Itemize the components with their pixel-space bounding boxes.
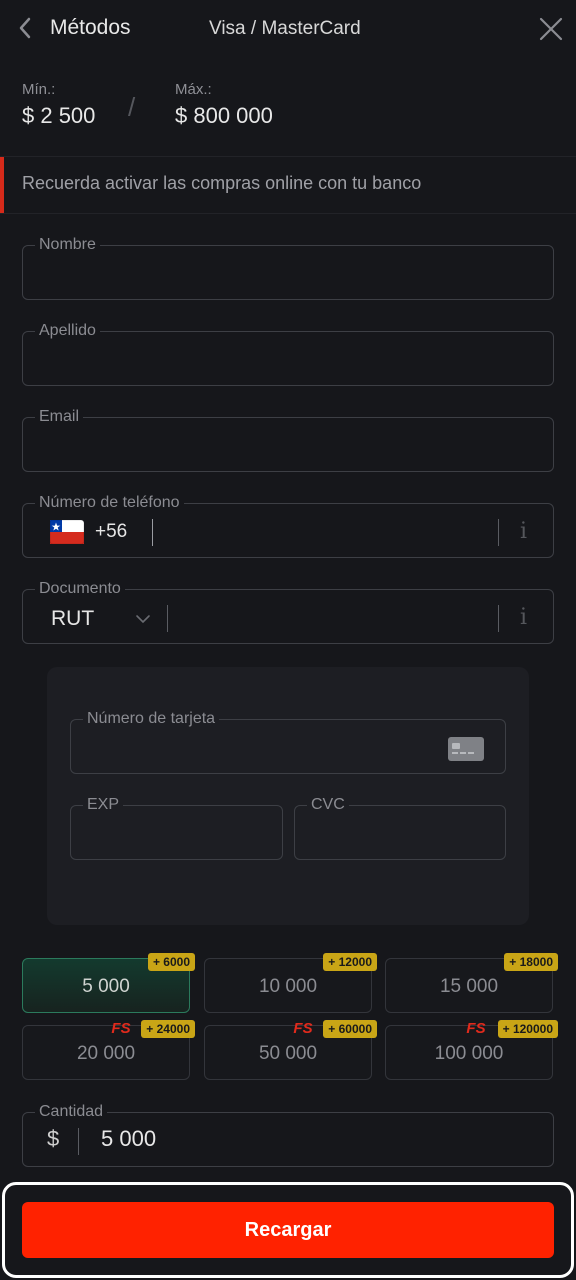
amount-value: 100 000 (434, 1043, 504, 1064)
page-title[interactable]: Métodos (50, 16, 131, 40)
amount-option[interactable]: 100 000 FS + 120000 (385, 1020, 558, 1080)
amount-label: Cantidad (35, 1103, 108, 1121)
divider (0, 213, 576, 214)
bonus-badge: + 60000 (323, 1020, 377, 1038)
credit-card-icon (448, 737, 484, 761)
text-cursor (152, 519, 153, 546)
free-spins-icon: FS (293, 1020, 313, 1037)
free-spins-icon: FS (466, 1020, 486, 1037)
last-name-input[interactable] (23, 332, 553, 385)
notice-text: Recuerda activar las compras online con … (22, 173, 422, 193)
divider (167, 605, 168, 632)
free-spins-icon: FS (111, 1020, 131, 1037)
info-icon[interactable]: i (520, 519, 527, 544)
amount-option[interactable]: 20 000 FS + 24000 (22, 1020, 195, 1080)
amount-value: 50 000 (258, 1043, 318, 1064)
amount-value: 15 000 (439, 976, 499, 997)
currency-symbol: $ (47, 1126, 60, 1151)
document-type-select[interactable]: RUT (51, 607, 94, 631)
header: Métodos Visa / MasterCard (0, 0, 576, 60)
bonus-badge: + 120000 (497, 1020, 558, 1038)
submit-container: Recargar (2, 1182, 574, 1278)
bonus-badge: + 18000 (504, 953, 558, 971)
first-name-input[interactable] (23, 246, 553, 299)
divider (498, 605, 499, 632)
amount-value: 5 000 (82, 976, 130, 997)
chevron-left-icon[interactable] (14, 14, 38, 42)
phone-prefix[interactable]: +56 (95, 521, 127, 543)
min-limit-label: Mín.: (22, 81, 56, 98)
amount-option[interactable]: 50 000 FS + 60000 (204, 1020, 377, 1080)
amount-value: 10 000 (258, 976, 318, 997)
card-number-field: Número de tarjeta (70, 710, 506, 774)
notice-accent-bar (0, 157, 4, 213)
card-details-panel: Número de tarjeta EXP CVC (47, 667, 529, 925)
document-number-input[interactable] (173, 590, 498, 643)
amount-field: Cantidad $ 5 000 (22, 1103, 554, 1167)
min-limit-value: $ 2 500 (22, 103, 96, 128)
recharge-button[interactable]: Recargar (22, 1202, 554, 1258)
phone-input[interactable] (159, 504, 499, 557)
close-icon[interactable] (536, 14, 566, 44)
cvc-input[interactable] (295, 806, 505, 859)
amount-input[interactable]: 5 000 (101, 1126, 156, 1152)
amount-option[interactable]: 15 000 + 18000 (385, 953, 558, 1013)
max-limit-label: Máx.: (175, 81, 212, 98)
document-label: Documento (35, 580, 125, 598)
chevron-down-icon[interactable] (135, 614, 151, 624)
email-field: Email (22, 408, 554, 472)
divider (0, 156, 576, 157)
phone-field: Número de teléfono +56 i (22, 494, 554, 558)
document-field: Documento RUT i (22, 580, 554, 644)
divider (78, 1128, 79, 1155)
info-icon[interactable]: i (520, 605, 527, 630)
exp-input[interactable] (71, 806, 282, 859)
bonus-badge: + 6000 (147, 953, 195, 971)
card-number-input[interactable] (71, 720, 505, 773)
chile-flag-icon[interactable] (50, 520, 84, 544)
amount-option[interactable]: 10 000 + 12000 (204, 953, 377, 1013)
cvc-field: CVC (294, 796, 506, 860)
bonus-badge: + 12000 (323, 953, 377, 971)
amount-value: 20 000 (76, 1043, 136, 1064)
max-limit-value: $ 800 000 (175, 103, 273, 128)
payment-method-name: Visa / MasterCard (209, 18, 361, 39)
last-name-field: Apellido (22, 322, 554, 386)
bonus-badge: + 24000 (141, 1020, 195, 1038)
amount-option[interactable]: 5 000 + 6000 (22, 953, 195, 1013)
exp-field: EXP (70, 796, 283, 860)
email-input[interactable] (23, 418, 553, 471)
divider (498, 519, 499, 546)
limit-separator: / (128, 92, 136, 122)
first-name-field: Nombre (22, 236, 554, 300)
